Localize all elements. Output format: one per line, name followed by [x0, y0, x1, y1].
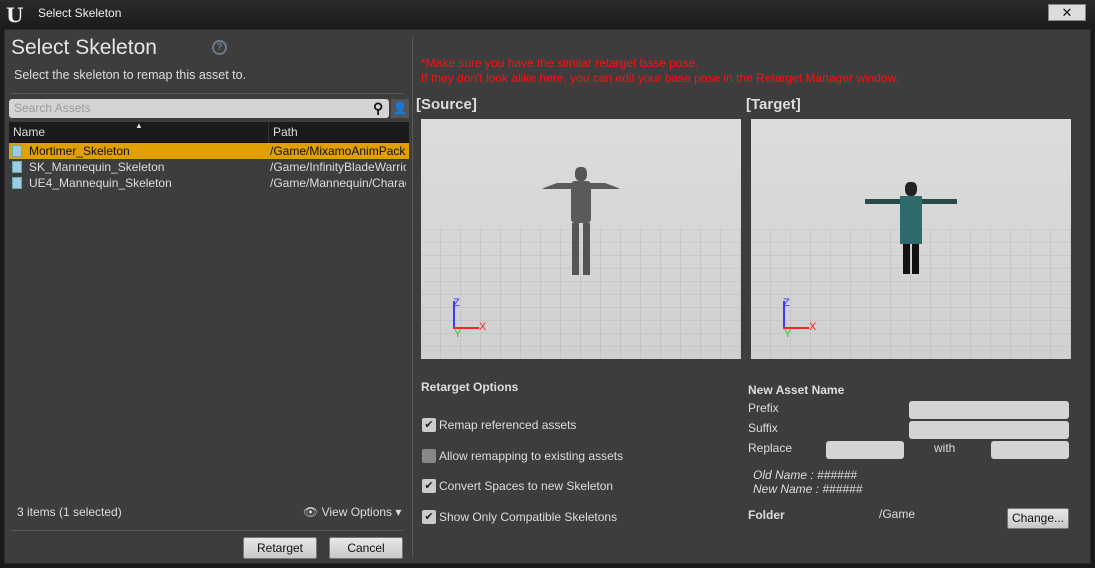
prefix-label: Prefix: [748, 401, 779, 415]
axis-x: X: [809, 321, 817, 333]
old-name: Old Name : ######: [753, 468, 858, 482]
page-title: Select Skeleton: [11, 36, 157, 59]
with-label: with: [934, 441, 956, 455]
unreal-logo-icon: U: [6, 3, 24, 27]
eye-icon: 👁: [303, 505, 319, 519]
sort-ascending-icon: ▲: [135, 121, 143, 130]
retarget-button[interactable]: Retarget: [243, 537, 317, 559]
axis-z: Z: [453, 297, 460, 309]
suffix-input[interactable]: [909, 421, 1069, 439]
suffix-label: Suffix: [748, 421, 778, 435]
asset-list: Mortimer_Skeleton/Game/MixamoAnimPack SK…: [9, 143, 409, 523]
checkbox-unchecked[interactable]: [422, 449, 436, 463]
search-input[interactable]: Search Assets: [9, 99, 389, 118]
window-title: Select Skeleton: [38, 6, 122, 20]
help-icon[interactable]: ?: [212, 40, 227, 55]
list-header: Name ▲ Path: [9, 121, 409, 143]
axis-gizmo: Z X Y: [779, 297, 819, 341]
new-name: New Name : ######: [753, 482, 863, 496]
change-folder-button[interactable]: Change...: [1007, 508, 1069, 529]
splitter[interactable]: [412, 37, 413, 557]
axis-y: Y: [454, 328, 462, 340]
view-options-button[interactable]: 👁 View Options ▾: [303, 505, 401, 519]
close-button[interactable]: ✕: [1048, 4, 1086, 21]
item-count: 3 items (1 selected): [17, 505, 122, 519]
column-path[interactable]: Path: [273, 125, 298, 139]
asset-path: /Game/Mannequin/Character: [270, 176, 406, 190]
warning-line-1: *Make sure you have the similar retarget…: [421, 56, 699, 70]
folder-value: /Game: [879, 507, 916, 521]
subtitle: Select the skeleton to remap this asset …: [14, 68, 247, 82]
folder-label: Folder: [748, 508, 785, 522]
skeleton-icon: [12, 177, 22, 189]
checkbox-checked[interactable]: ✔: [422, 418, 436, 432]
option-label: Convert Spaces to new Skeleton: [439, 479, 614, 493]
target-character: [865, 182, 957, 277]
column-divider[interactable]: [268, 122, 269, 143]
retarget-options-title: Retarget Options: [421, 380, 519, 394]
with-input[interactable]: [991, 441, 1069, 459]
axis-x: X: [479, 321, 487, 333]
replace-input[interactable]: [826, 441, 904, 459]
asset-name: SK_Mannequin_Skeleton: [29, 160, 165, 174]
source-label: [Source]: [416, 96, 477, 113]
list-item[interactable]: Mortimer_Skeleton/Game/MixamoAnimPack: [9, 143, 409, 159]
skeleton-icon: [12, 145, 22, 157]
divider: [11, 93, 403, 94]
target-viewport[interactable]: Z X Y: [751, 119, 1071, 359]
source-viewport[interactable]: Z X Y: [421, 119, 741, 359]
checkbox-checked[interactable]: ✔: [422, 479, 436, 493]
axis-gizmo: Z X Y: [449, 297, 489, 341]
asset-name: Mortimer_Skeleton: [29, 144, 130, 158]
asset-path: /Game/InfinityBladeWarriors: [270, 160, 406, 174]
prefix-input[interactable]: [909, 401, 1069, 419]
list-item[interactable]: UE4_Mannequin_Skeleton/Game/Mannequin/Ch…: [9, 175, 409, 191]
search-icon[interactable]: ⚲: [373, 100, 383, 117]
column-name[interactable]: Name: [13, 125, 45, 139]
source-character: [541, 167, 621, 277]
axis-z: Z: [783, 297, 790, 309]
cancel-button[interactable]: Cancel: [329, 537, 403, 559]
divider: [11, 530, 403, 531]
option-label: Remap referenced assets: [439, 418, 577, 432]
list-item[interactable]: SK_Mannequin_Skeleton/Game/InfinityBlade…: [9, 159, 409, 175]
user-filter-icon[interactable]: 👤: [391, 99, 409, 118]
option-label: Allow remapping to existing assets: [439, 449, 624, 463]
option-label: Show Only Compatible Skeletons: [439, 510, 618, 524]
checkbox-checked[interactable]: ✔: [422, 510, 436, 524]
asset-path: /Game/MixamoAnimPack: [270, 144, 406, 158]
skeleton-icon: [12, 161, 22, 173]
replace-label: Replace: [748, 441, 793, 455]
target-label: [Target]: [746, 96, 801, 113]
asset-name: UE4_Mannequin_Skeleton: [29, 176, 172, 190]
warning-line-2: If they don't look alike here, you can e…: [421, 71, 899, 85]
axis-y: Y: [784, 328, 792, 340]
view-options-label: View Options: [321, 505, 393, 519]
new-asset-name-title: New Asset Name: [748, 383, 845, 397]
title-bar: [0, 0, 1095, 28]
